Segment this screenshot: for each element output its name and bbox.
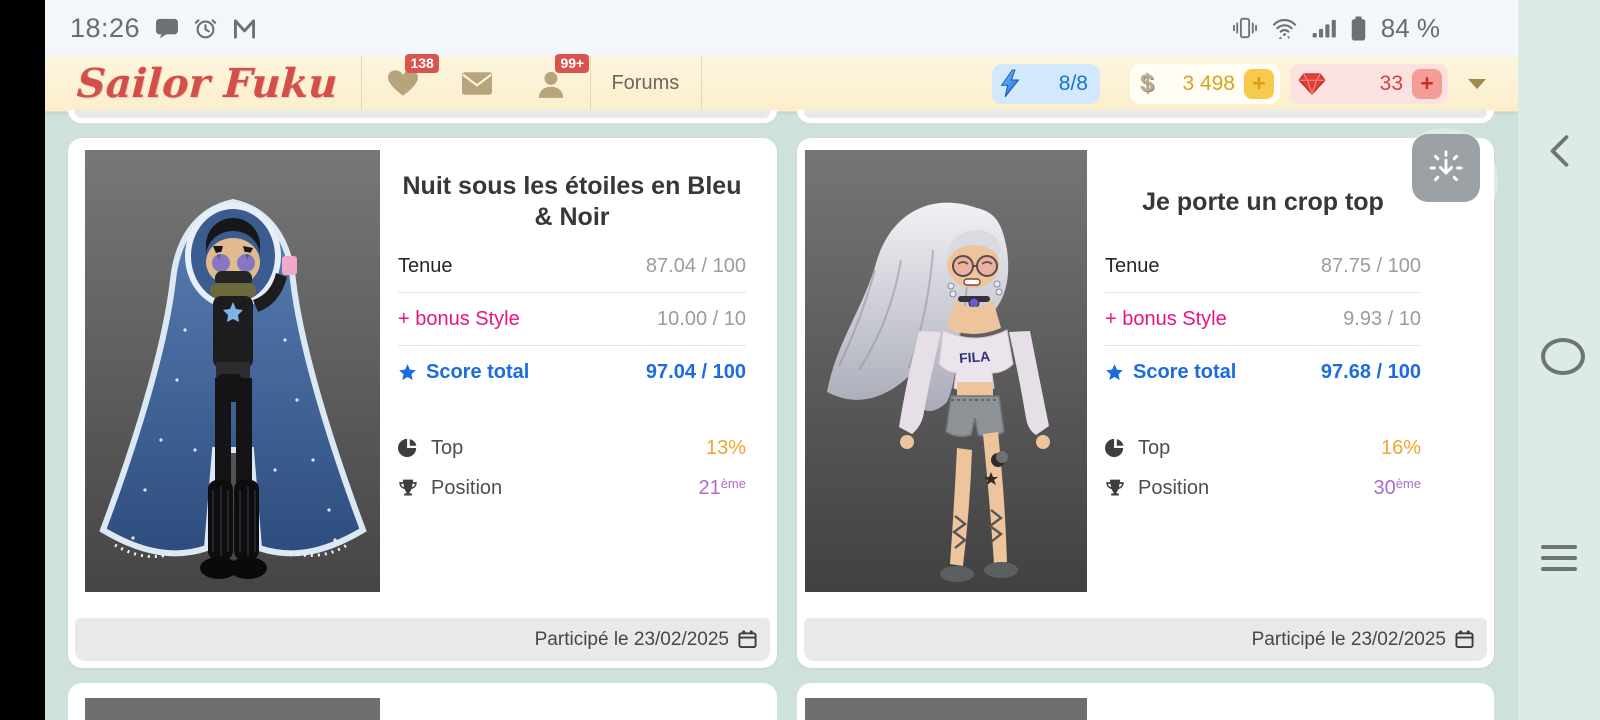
rank-stats: Top 13% Position 21ème	[398, 428, 746, 508]
card-partial-below	[797, 683, 1494, 720]
buy-coins-button[interactable]: +	[1244, 68, 1274, 99]
alarm-icon	[194, 17, 217, 40]
smart-popup-button[interactable]	[1412, 134, 1480, 202]
status-bar-right: 84 %	[1232, 12, 1440, 44]
envelope-icon	[462, 72, 493, 95]
back-chevron-icon	[1550, 135, 1569, 167]
nav-home-button[interactable]	[1541, 338, 1585, 375]
trophy-icon	[398, 478, 420, 498]
messages-button[interactable]	[462, 72, 493, 95]
friends-button[interactable]: 99+	[538, 53, 590, 98]
calendar-icon	[738, 630, 757, 649]
star-icon	[1106, 363, 1123, 380]
vibrate-icon	[1232, 17, 1257, 39]
pie-chart-icon	[398, 438, 420, 458]
calendar-icon	[1455, 630, 1474, 649]
outfit-card: FILA Je porte un crop top Tenue 87.75 / …	[797, 138, 1494, 668]
coins-pill[interactable]: $ 3 498 +	[1130, 63, 1280, 104]
nav-recents-button[interactable]	[1541, 545, 1577, 578]
position-row: Position 30ème	[1105, 468, 1421, 508]
header-divider	[701, 56, 703, 111]
card-partial-below	[68, 683, 777, 720]
outfit-card: Nuit sous les étoiles en Bleu & Noir Ten…	[68, 138, 777, 668]
heart-icon	[388, 70, 419, 96]
clock-text: 18:26	[70, 12, 141, 43]
card-partial-above	[797, 110, 1494, 123]
chat-notification-icon	[156, 17, 179, 39]
energy-bolt-icon	[1000, 69, 1020, 98]
card-info-panel: Nuit sous les étoiles en Bleu & Noir Ten…	[398, 138, 746, 508]
coin-dollar-icon: $	[1140, 69, 1154, 97]
forums-link[interactable]: Forums	[611, 72, 679, 95]
tenue-row: Tenue 87.04 / 100	[398, 254, 746, 277]
gems-pill[interactable]: 33 +	[1290, 63, 1448, 104]
nav-back-button[interactable]	[1546, 134, 1572, 173]
star-icon	[399, 363, 416, 380]
top-row: Top 16%	[1105, 428, 1421, 468]
avatar-image[interactable]: FILA	[805, 150, 1087, 592]
bonus-style-row: + bonus Style 9.93 / 10	[1105, 292, 1421, 345]
avatar-image	[805, 698, 1087, 720]
participation-date: Participé le 23/02/2025	[534, 628, 729, 650]
score-total-row: Score total 97.68 / 100	[1105, 345, 1421, 398]
rank-stats: Top 16% Position 30ème	[1105, 428, 1421, 508]
participation-date: Participé le 23/02/2025	[1251, 628, 1446, 650]
header-divider	[361, 56, 363, 111]
gems-value: 33	[1379, 71, 1403, 95]
outfit-title[interactable]: Nuit sous les étoiles en Bleu & Noir	[398, 164, 746, 240]
position-row: Position 21ème	[398, 468, 746, 508]
buy-gems-button[interactable]: +	[1412, 68, 1442, 99]
energy-pill[interactable]: 8/8	[992, 63, 1100, 104]
avatar-image[interactable]	[85, 150, 380, 592]
phone-screen: 18:26 84 % Sailor Fuku 138 99+ Forums 8/…	[0, 0, 1600, 720]
friends-badge: 99+	[555, 53, 590, 73]
energy-value: 8/8	[1058, 71, 1088, 95]
camera-cutout-bar	[0, 0, 45, 720]
trophy-icon	[1105, 478, 1127, 498]
score-table: Tenue 87.75 / 100 + bonus Style 9.93 / 1…	[1105, 240, 1421, 398]
header-divider	[590, 56, 592, 111]
gmail-notification-icon	[233, 18, 256, 39]
site-header: Sailor Fuku 138 99+ Forums 8/8 $ 3 498 +	[45, 53, 1518, 112]
bonus-style-row: + bonus Style 10.00 / 10	[398, 292, 746, 345]
participation-footer: Participé le 23/02/2025	[75, 618, 770, 661]
battery-percent-text: 84 %	[1380, 12, 1440, 43]
sailorfuku-logo[interactable]: Sailor Fuku	[76, 60, 339, 107]
score-table: Tenue 87.04 / 100 + bonus Style 10.00 / …	[398, 240, 746, 398]
battery-icon	[1351, 16, 1366, 41]
person-icon	[539, 71, 564, 98]
status-bar: 18:26 84 %	[45, 0, 1518, 56]
account-dropdown-caret[interactable]	[1468, 78, 1486, 89]
participation-footer: Participé le 23/02/2025	[804, 618, 1487, 661]
outfit-title[interactable]: Je porte un crop top	[1105, 164, 1421, 240]
signal-strength-icon	[1312, 18, 1336, 38]
top-row: Top 13%	[398, 428, 746, 468]
score-total-row: Score total 97.04 / 100	[398, 345, 746, 398]
avatar-shirt-text: FILA	[959, 348, 991, 366]
tenue-row: Tenue 87.75 / 100	[1105, 254, 1421, 277]
avatar-image	[85, 698, 380, 720]
pie-chart-icon	[1105, 438, 1127, 458]
likes-badge: 138	[405, 54, 439, 73]
coins-value: 3 498	[1182, 71, 1235, 95]
card-info-panel: Je porte un crop top Tenue 87.75 / 100 +…	[1105, 138, 1421, 508]
likes-button[interactable]: 138	[388, 54, 439, 97]
gem-icon	[1298, 72, 1326, 95]
status-bar-left: 18:26	[70, 13, 256, 44]
card-partial-above	[68, 110, 777, 123]
arrow-down-burst-icon	[1429, 150, 1463, 182]
wifi-icon	[1272, 17, 1297, 40]
